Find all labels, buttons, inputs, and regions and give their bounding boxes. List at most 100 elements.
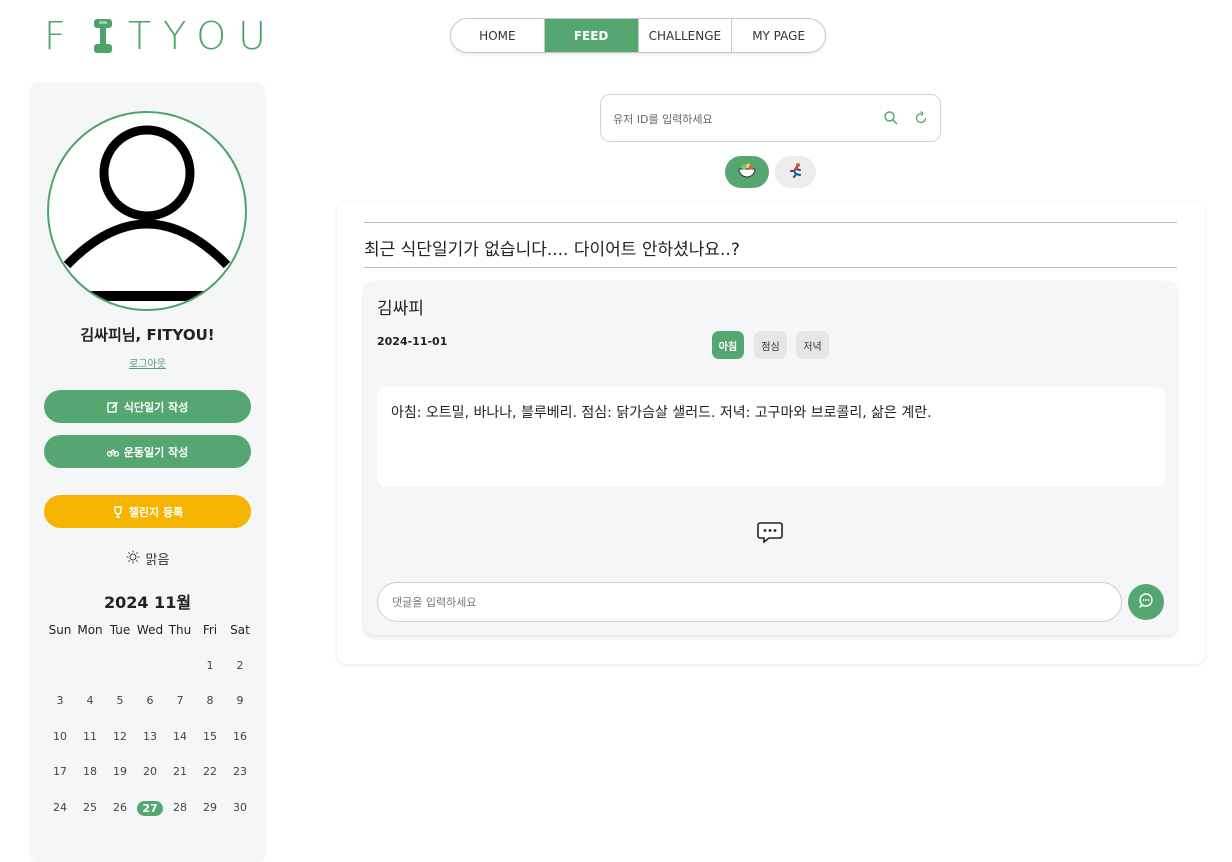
- comment-input[interactable]: [377, 582, 1122, 622]
- calendar-day[interactable]: 1: [195, 659, 225, 672]
- calendar-day[interactable]: 20: [135, 765, 165, 778]
- calendar-day-label: 5: [116, 694, 124, 707]
- write-exercise-diary-button[interactable]: 운동일기 작성: [44, 435, 251, 468]
- exercise-filter-toggle[interactable]: [775, 156, 816, 188]
- calendar-day[interactable]: 6: [135, 694, 165, 707]
- send-comment-button[interactable]: [1128, 584, 1164, 620]
- calendar-day[interactable]: 28: [165, 801, 195, 814]
- calendar-week-row: 12: [45, 659, 255, 695]
- calendar-day-label: 6: [146, 694, 154, 707]
- refresh-icon[interactable]: [913, 110, 929, 126]
- calendar-day[interactable]: 11: [75, 730, 105, 743]
- calendar-day[interactable]: 2: [225, 659, 255, 672]
- calendar-day-label: 20: [143, 765, 157, 778]
- calendar-day-label: 1: [206, 658, 214, 672]
- nav-feed[interactable]: FEED: [544, 19, 639, 52]
- calendar-day-label: 28: [173, 800, 187, 814]
- calendar-day[interactable]: 17: [45, 765, 75, 778]
- write-diet-diary-button[interactable]: 식단일기 작성: [44, 390, 251, 423]
- calendar-day[interactable]: 30: [225, 801, 255, 814]
- diet-post-card: 김싸피 2024-11-01 아침 점심 저녁 아침: 오트밀, 바나나, 블루…: [364, 281, 1177, 635]
- sun-icon: [126, 550, 140, 568]
- calendar-day-label: 26: [113, 800, 127, 814]
- meal-tab-lunch[interactable]: 점심: [754, 331, 787, 359]
- calendar-day[interactable]: 16: [225, 730, 255, 743]
- calendar-day-label: 24: [53, 800, 67, 814]
- calendar-day[interactable]: 29: [195, 801, 225, 814]
- weekday-label: Mon: [77, 623, 103, 637]
- calendar-day[interactable]: 21: [165, 765, 195, 778]
- calendar-day-label: 13: [143, 729, 157, 743]
- calendar-day-label: 16: [233, 729, 247, 743]
- calendar-day-label: 25: [83, 800, 97, 814]
- logout-link[interactable]: 로그아웃: [30, 355, 265, 370]
- calendar-day-label: 23: [233, 765, 247, 778]
- nav-home[interactable]: HOME: [451, 19, 545, 52]
- calendar-week-row: 17 18 19 20 21 22 23: [45, 765, 255, 801]
- calendar-day[interactable]: 4: [75, 694, 105, 707]
- calendar-day[interactable]: 24: [45, 801, 75, 814]
- edit-icon: [107, 401, 119, 413]
- weekday-label: Thu: [168, 623, 192, 637]
- weekday-label: Tue: [109, 623, 131, 637]
- calendar-day-label: 18: [83, 765, 97, 778]
- user-search-box: [600, 94, 941, 142]
- comments-icon[interactable]: [757, 521, 783, 545]
- calendar-title: 2024 11월: [103, 593, 192, 612]
- calendar-day-label: 30: [233, 800, 247, 814]
- diet-filter-toggle[interactable]: [725, 156, 769, 188]
- calendar-day[interactable]: 14: [165, 730, 195, 743]
- calendar-day[interactable]: 25: [75, 801, 105, 814]
- avatar[interactable]: [47, 111, 247, 311]
- meal-tab-dinner[interactable]: 저녁: [796, 331, 829, 359]
- calendar-day[interactable]: 12: [105, 730, 135, 743]
- user-search-input[interactable]: [613, 110, 873, 128]
- post-date: 2024-11-01: [377, 335, 448, 348]
- nav-my-page[interactable]: MY PAGE: [732, 19, 825, 52]
- calendar-day-label: 17: [53, 765, 67, 778]
- calendar-day[interactable]: 9: [225, 694, 255, 707]
- calendar-day[interactable]: 23: [225, 765, 255, 778]
- calendar-day-label: 4: [86, 694, 94, 707]
- calendar-day[interactable]: 13: [135, 730, 165, 743]
- register-challenge-label: 챌린지 등록: [128, 505, 184, 519]
- app-logo[interactable]: F TYOU: [44, 14, 278, 58]
- calendar-day[interactable]: 18: [75, 765, 105, 778]
- calendar-day[interactable]: 7: [165, 694, 195, 707]
- calendar-day-label: 27: [137, 800, 163, 816]
- calendar-day-label: 2: [236, 658, 244, 672]
- calendar-day-label: 3: [56, 694, 64, 707]
- calendar-weekday-row: Sun Mon Tue Wed Thu Fri Sat: [45, 623, 255, 659]
- weekday-label: Fri: [202, 623, 218, 637]
- calendar-day[interactable]: 22: [195, 765, 225, 778]
- weekday-label: Sat: [230, 623, 250, 637]
- calendar-day[interactable]: 5: [105, 694, 135, 707]
- calendar-day[interactable]: 27: [135, 800, 165, 816]
- dumbbell-icon: [92, 18, 114, 54]
- runner-icon: [788, 162, 804, 182]
- calendar-day-label: 8: [206, 694, 214, 707]
- calendar-day[interactable]: 15: [195, 730, 225, 743]
- calendar-day-label: 22: [203, 765, 217, 778]
- meal-tab-breakfast[interactable]: 아침: [712, 331, 744, 359]
- write-diet-diary-label: 식단일기 작성: [123, 400, 189, 414]
- calendar-day-label: 21: [173, 765, 187, 778]
- calendar-day-label: 7: [176, 694, 184, 707]
- search-icon[interactable]: [883, 110, 899, 126]
- calendar-day[interactable]: 26: [105, 801, 135, 814]
- user-silhouette-icon: [63, 125, 231, 301]
- calendar-day[interactable]: 19: [105, 765, 135, 778]
- calendar-day[interactable]: 3: [45, 694, 75, 707]
- register-challenge-button[interactable]: 챌린지 등록: [44, 495, 251, 528]
- feed-panel: 최근 식단일기가 없습니다.... 다이어트 안하셨나요..? 김싸피 2024…: [337, 202, 1205, 664]
- user-greeting: 김싸피님, FITYOU!: [80, 326, 215, 344]
- calendar-day[interactable]: 10: [45, 730, 75, 743]
- calendar-day-label: 10: [53, 729, 67, 743]
- post-author[interactable]: 김싸피: [377, 294, 424, 319]
- calendar-day[interactable]: 8: [195, 694, 225, 707]
- logo-text-rest: TYOU: [127, 14, 278, 58]
- calendar-day-label: 29: [203, 800, 217, 814]
- calendar-day-label: 14: [173, 729, 187, 743]
- nav-challenge[interactable]: CHALLENGE: [639, 19, 733, 52]
- post-content: 아침: 오트밀, 바나나, 블루베리. 점심: 닭가슴살 샐러드. 저녁: 고구…: [377, 387, 1165, 487]
